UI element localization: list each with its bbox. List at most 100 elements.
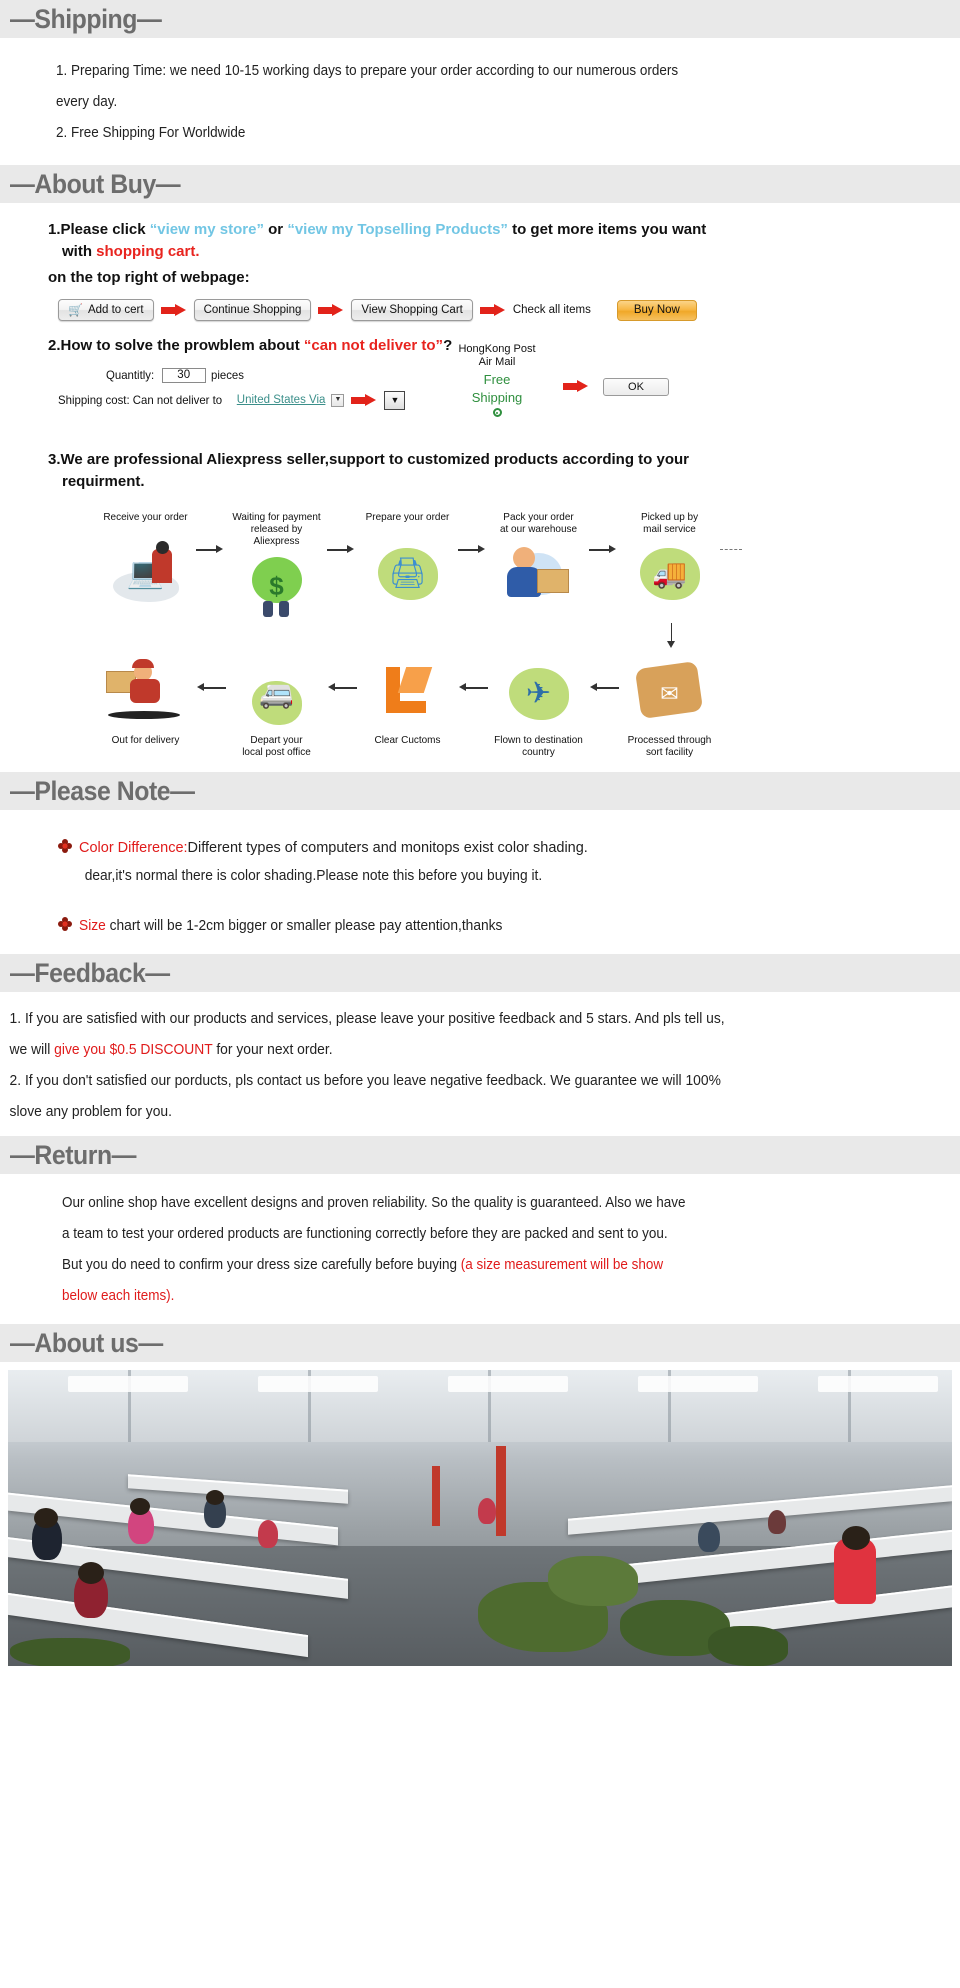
note-item-color-difference: Color Difference:Different types of comp…	[0, 834, 960, 890]
dash-right: —	[155, 168, 181, 199]
add-to-cart-button[interactable]: 🛒 Add to cert	[58, 299, 154, 321]
flow-arrow-6	[327, 675, 357, 749]
fabric-pile	[548, 1556, 638, 1606]
flow-caption: Flown to destination country	[494, 734, 583, 758]
feedback-line-3: 2. If you don't satisfied our porducts, …	[9, 1073, 721, 1089]
worker	[768, 1510, 786, 1534]
flow-connector-row	[95, 623, 930, 653]
plane-glyph: ✈	[525, 677, 552, 710]
arrow-right-icon-4	[351, 394, 377, 406]
envelope-glyph: ✉	[660, 681, 679, 706]
printer-icon: 🖨	[362, 537, 454, 611]
continue-shopping-button[interactable]: Continue Shopping	[193, 299, 312, 321]
feedback-l2-suffix: for your next order.	[212, 1042, 333, 1058]
section-header-shipping: —Shipping—	[0, 0, 960, 38]
buy-now-label: Buy Now	[633, 304, 680, 316]
note-item-size: Size chart will be 1-2cm bigger or small…	[0, 912, 960, 940]
section-header-about-us: —About us—	[0, 1324, 960, 1362]
view-shopping-cart-label: View Shopping Cart	[361, 304, 463, 316]
shipping-line-1: 1. Preparing Time: we need 10-15 working…	[56, 63, 679, 79]
section-title-text: Feedback	[34, 957, 146, 988]
return-line-4: below each items).	[62, 1288, 175, 1304]
section-title-text: Please Note	[34, 775, 171, 806]
ok-label: OK	[628, 381, 644, 393]
chevron-down-icon-large: ▼	[390, 395, 400, 405]
note-line-1: Color Difference:Different types of comp…	[79, 840, 588, 856]
mail-truck-icon: 🚚	[624, 537, 716, 611]
size-text: chart will be 1-2cm bigger or smaller pl…	[105, 918, 503, 934]
section-title-text: About us	[34, 1327, 139, 1358]
feedback-line-4: slove any problem for you.	[9, 1104, 172, 1120]
return-l3-red: (a size measurement will be show	[460, 1257, 664, 1273]
van-glyph: 🚐	[259, 678, 294, 709]
return-body: Our online shop have excellent designs a…	[0, 1174, 960, 1324]
link-view-my-topselling-products[interactable]: “view my Topselling Products”	[287, 221, 508, 238]
carrier-line-2: Air Mail	[478, 356, 516, 368]
section-title-about-us: —About us—	[10, 1327, 163, 1358]
section-title-please-note: —Please Note—	[10, 775, 195, 806]
note-line-2: dear,it's normal there is color shading.…	[84, 868, 543, 884]
quantity-input[interactable]: 30	[161, 367, 206, 383]
flow-step-depart-post-office: 🚐 Depart your local post office	[226, 655, 327, 759]
arrow-right-icon-5	[563, 380, 589, 392]
chevron-down-icon: ▼	[334, 396, 342, 403]
flow-arrow-5	[196, 675, 226, 749]
dash-right: —	[170, 775, 195, 806]
flower-bullet-icon	[58, 917, 72, 931]
money-bag-icon: $	[231, 549, 323, 623]
fabric-pile	[10, 1638, 130, 1666]
flow-step-prepare-order: Prepare your order 🖨	[357, 511, 458, 611]
return-l3-prefix: But you do need to confirm your dress si…	[62, 1257, 461, 1273]
dash-right: —	[145, 957, 170, 988]
section-title-feedback: —Feedback—	[10, 957, 170, 988]
buy-now-button[interactable]: Buy Now	[616, 299, 697, 321]
flow-arrow-8	[589, 675, 619, 749]
flow-arrow-dashed	[720, 537, 750, 611]
view-shopping-cart-button[interactable]: View Shopping Cart	[351, 299, 473, 321]
shipping-body: 1. Preparing Time: we need 10-15 working…	[0, 38, 960, 165]
free-shipping-radio[interactable]	[492, 408, 502, 417]
flow-step-pack-order: Pack your order at our warehouse	[488, 511, 589, 611]
flow-arrow-down	[620, 623, 721, 653]
return-line-2: a team to test your ordered products are…	[62, 1226, 668, 1242]
flow-caption: Depart your local post office	[242, 734, 311, 758]
flow-arrow-1	[196, 537, 226, 611]
worker	[258, 1520, 278, 1548]
return-line-3: But you do need to confirm your dress si…	[62, 1250, 841, 1281]
about-buy-body: 1.Please click “view my store” or “view …	[0, 203, 960, 772]
dash-right: —	[138, 1327, 163, 1358]
dash-right: —	[111, 1139, 137, 1170]
flow-caption: Prepare your order	[365, 511, 450, 523]
section-header-please-note: —Please Note—	[0, 772, 960, 810]
link-view-my-store[interactable]: “view my store”	[150, 221, 264, 238]
item1-line2-prefix: with	[62, 243, 97, 260]
country-select-value[interactable]: United States Via	[237, 390, 326, 410]
section-title-text: Return	[34, 1139, 112, 1170]
discount-text: give you $0.5 DISCOUNT	[54, 1042, 213, 1058]
ok-button[interactable]: OK	[603, 378, 669, 396]
feedback-l2-prefix: we will	[9, 1042, 55, 1058]
quantity-value: 30	[177, 369, 191, 381]
desk-computer-icon: 💻	[100, 537, 192, 611]
flow-step-receive-order: Receive your order 💻	[95, 511, 196, 611]
order-process-flow-diagram: Receive your order 💻 Waiting for payment…	[0, 511, 960, 758]
item2-prefix: 2.How to solve the prowblem about	[48, 337, 304, 354]
shipping-method-dropdown[interactable]: ▼	[384, 390, 406, 410]
about-buy-item-1-line-3: on the top right of webpage:	[48, 269, 250, 286]
about-buy-item-3-line-1: 3.We are professional Aliexpress seller,…	[48, 451, 689, 468]
product-description-page: —Shipping— 1. Preparing Time: we need 10…	[0, 0, 960, 1666]
dash-left: —	[10, 3, 35, 34]
garment-factory-workshop-photo	[8, 1370, 952, 1666]
flow-step-clear-customs: Clear Cuctoms	[357, 655, 458, 746]
flow-caption: Clear Cuctoms	[374, 734, 441, 746]
shipping-cost-label: Shipping cost: Can not deliver to	[58, 393, 223, 407]
continue-shopping-label: Continue Shopping	[203, 304, 302, 316]
about-buy-item-1-line-2: with shopping cart.	[0, 241, 960, 263]
packer-icon	[493, 537, 585, 611]
dollar-glyph: $	[269, 571, 284, 601]
customs-icon	[362, 657, 454, 731]
shopping-cart-text: shopping cart.	[96, 243, 200, 260]
pieces-label: pieces	[210, 368, 244, 382]
country-dropdown-icon[interactable]: ▼	[331, 393, 345, 407]
section-title-text: About Buy	[34, 168, 156, 199]
